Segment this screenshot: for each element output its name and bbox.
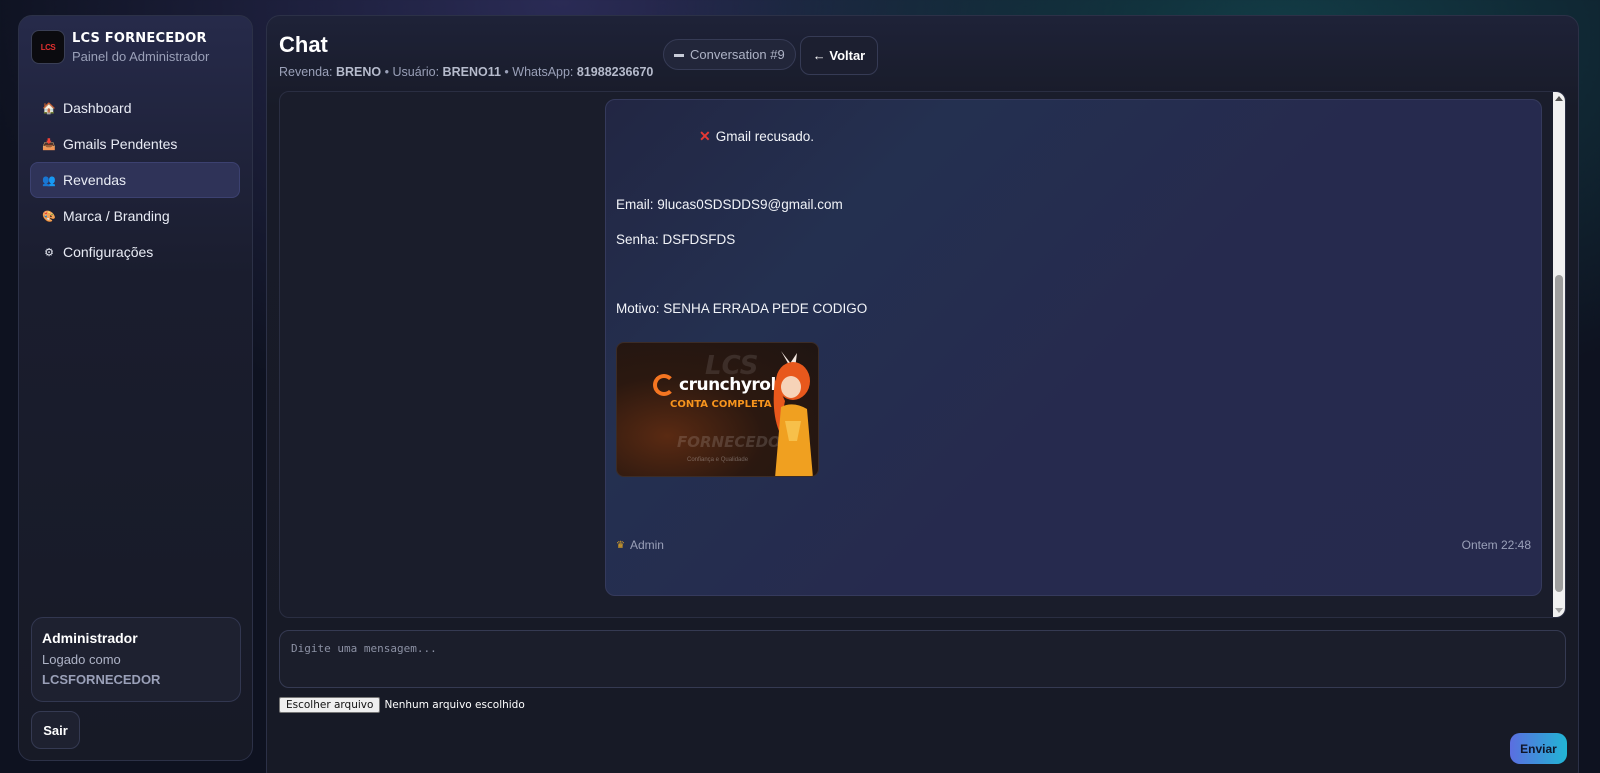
anime-character-illustration [773,351,813,476]
message-reason: Motivo: SENHA ERRADA PEDE CODIGO [616,301,868,316]
scroll-up-arrow-icon[interactable] [1555,96,1563,101]
inbox-tray-icon: 📥 [42,138,56,151]
sidebar-item-revendas[interactable]: 👥 Revendas [30,162,240,198]
speech-bubble-icon: ▬ [674,49,684,60]
message-input[interactable]: Digite uma mensagem... [279,630,1566,688]
crown-icon: ♛ [616,539,625,551]
sidebar-item-dashboard[interactable]: 🏠 Dashboard [30,90,240,126]
user-login: LCSFORNECEDOR [42,672,161,687]
scrollbar-thumb[interactable] [1555,275,1563,592]
message-email: Email: 9lucas0SDSDDS9@gmail.com [616,197,843,212]
sidebar: LCS LCS FORNECEDOR Painel do Administrad… [18,15,253,761]
conversation-badge: ▬ Conversation #9 [663,39,796,70]
sidebar-item-label: Gmails Pendentes [63,136,178,152]
sidebar-item-gmails-pendentes[interactable]: 📥 Gmails Pendentes [30,126,240,162]
logged-as-label: Logado como [42,652,121,667]
watermark-subtitle: Confiança e Qualidade [687,457,749,463]
people-icon: 👥 [42,174,56,187]
brand: LCS LCS FORNECEDOR Painel do Administrad… [31,30,209,64]
sidebar-item-label: Revendas [63,172,127,188]
sidebar-item-marca-branding[interactable]: 🎨 Marca / Branding [30,198,240,234]
chat-scrollbar[interactable] [1553,92,1565,617]
main-panel: Chat Revenda: BRENO • Usuário: BRENO11 •… [266,15,1579,773]
brand-name: LCS FORNECEDOR [72,30,207,46]
back-button[interactable]: ← Voltar [800,36,878,75]
user-name: BRENO11 [442,65,501,79]
choose-file-button[interactable]: Escolher arquivo [279,697,381,713]
page-title: Chat [279,32,328,57]
gear-icon: ⚙ [44,246,54,259]
sidebar-nav: 🏠 Dashboard 📥 Gmails Pendentes 👥 Revenda… [30,90,240,270]
chat-meta: Revenda: BRENO • Usuário: BRENO11 • What… [279,65,654,79]
brand-logo: LCS [31,30,65,64]
image-tagline: CONTA COMPLETA [670,399,772,410]
file-picker: Escolher arquivo Nenhum arquivo escolhid… [279,697,525,713]
sidebar-item-label: Marca / Branding [63,208,170,224]
message-password: Senha: DSFDSFDS [616,232,736,247]
house-icon: 🏠 [42,102,56,115]
message-sender: ♛ Admin [616,538,664,552]
user-card: Administrador Logado como LCSFORNECEDOR [31,617,241,702]
message-timestamp: Ontem 22:48 [1461,538,1531,552]
chat-messages[interactable]: ✕ Gmail recusado. Email: 9lucas0SDSDDS9@… [279,91,1566,618]
cross-mark-icon: ✕ [699,128,711,144]
sidebar-item-configuracoes[interactable]: ⚙ Configurações [30,234,240,270]
reseller-name: BRENO [336,65,382,79]
crunchyroll-logo: crunchyroll [653,374,782,396]
file-status: Nenhum arquivo escolhido [384,699,525,711]
logout-button[interactable]: Sair [31,711,80,749]
message-image[interactable]: LCS FORNECEDOR Confiança e Qualidade cru… [616,342,819,477]
send-button[interactable]: Enviar [1510,733,1567,764]
user-role: Administrador [42,630,138,646]
scroll-down-arrow-icon[interactable] [1555,608,1563,613]
message-bubble: ✕ Gmail recusado. Email: 9lucas0SDSDDS9@… [605,99,1542,596]
whatsapp-number: 81988236670 [576,65,654,79]
crunchyroll-icon [653,374,675,396]
sidebar-item-label: Dashboard [63,100,132,116]
sidebar-item-label: Configurações [63,244,154,260]
message-status: ✕ Gmail recusado. [699,128,815,144]
message-input-placeholder: Digite uma mensagem... [291,642,437,655]
palette-icon: 🎨 [42,210,56,223]
brand-subtitle: Painel do Administrador [72,48,210,64]
